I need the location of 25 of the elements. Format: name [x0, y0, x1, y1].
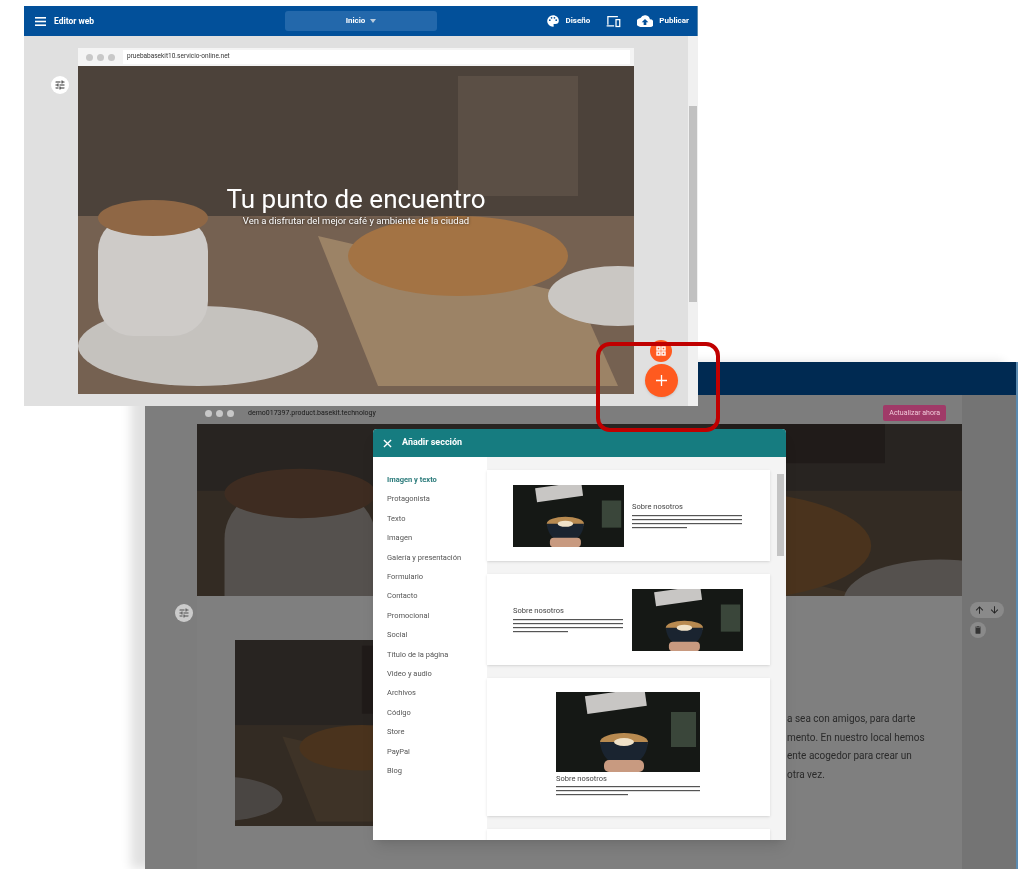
devices-icon: [606, 14, 622, 28]
body-text: ente acogedor para crear un: [787, 749, 913, 763]
publish-button[interactable]: Publicar: [637, 15, 689, 27]
hero-subtitle: Ven a disfrutar del mejor café y ambiente de la ciudad: [242, 214, 470, 228]
sliders-icon[interactable]: [51, 76, 69, 94]
body-text: mento. En nuestro local hemos: [787, 730, 925, 745]
design-button[interactable]: Diseño: [545, 14, 591, 28]
plus-icon: [655, 375, 667, 386]
page-selector[interactable]: Inicio: [285, 11, 437, 31]
trash-icon[interactable]: [970, 622, 986, 638]
scrollbar[interactable]: [689, 106, 697, 302]
add-button[interactable]: [644, 364, 678, 397]
palette-icon: [545, 14, 560, 28]
caret-icon: [370, 19, 377, 23]
hero-title: Tu punto de encuentro: [226, 184, 486, 214]
app-title: Editor web: [54, 14, 95, 28]
grid-icon: [656, 346, 666, 356]
menu-icon[interactable]: [35, 16, 46, 26]
body-text: a sea con amigos, para darte: [787, 712, 917, 726]
devices-button[interactable]: [606, 14, 622, 28]
cloud-upload-icon: [637, 15, 654, 27]
sliders-icon[interactable]: [175, 604, 193, 622]
arrow-down-icon[interactable]: [989, 604, 1000, 616]
body-text: otra vez.: [787, 767, 826, 782]
arrow-up-icon[interactable]: [974, 604, 985, 616]
